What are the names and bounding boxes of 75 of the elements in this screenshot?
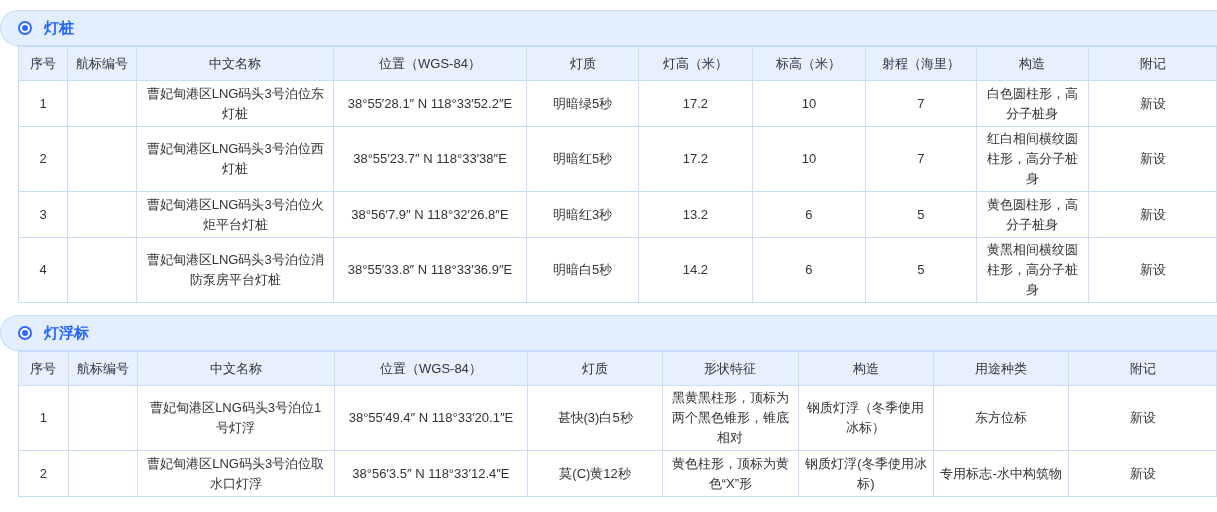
table-cell: 5 — [865, 191, 977, 238]
column-header: 灯质 — [527, 351, 663, 386]
table-cell: 黄色圆柱形，高分子桩身 — [976, 191, 1089, 238]
table-cell: 黄黑相间横纹圆柱形，高分子桩身 — [976, 237, 1089, 303]
table-cell: 明暗白5秒 — [526, 237, 639, 303]
table-cell: 曹妃甸港区LNG码头3号泊位火炬平台灯桩 — [136, 191, 334, 238]
table-cell: 新设 — [1088, 191, 1217, 238]
table-cell: 明暗红5秒 — [526, 126, 639, 192]
table-cell: 38°55′23.7″ N 118°33′38″E — [333, 126, 527, 192]
table-cell: 黄色柱形，顶标为黄色“X”形 — [662, 450, 799, 497]
table-cell: 6 — [752, 237, 866, 303]
table-cell: 5 — [865, 237, 977, 303]
table-cell: 1 — [18, 80, 68, 127]
column-header: 标高（米） — [752, 46, 866, 81]
radio-button[interactable] — [18, 326, 32, 340]
table-cell: 钢质灯浮(冬季使用冰标) — [798, 450, 934, 497]
column-header: 序号 — [18, 351, 68, 386]
table-cell: 明暗红3秒 — [526, 191, 639, 238]
column-header: 位置（WGS-84） — [334, 351, 528, 386]
column-header: 序号 — [18, 46, 68, 81]
table-cell: 新设 — [1088, 80, 1217, 127]
table-cell: 13.2 — [638, 191, 753, 238]
table-cell: 38°55′49.4″ N 118°33′20.1″E — [334, 385, 528, 451]
table-cell: 17.2 — [638, 126, 753, 192]
column-header: 位置（WGS-84） — [333, 46, 527, 81]
table-cell: 新设 — [1068, 385, 1217, 451]
table-cell: 新设 — [1068, 450, 1217, 497]
table-cell: 明暗绿5秒 — [526, 80, 639, 127]
table-cell: 10 — [752, 126, 866, 192]
column-header: 构造 — [798, 351, 934, 386]
column-header: 形状特征 — [662, 351, 799, 386]
table-cell: 曹妃甸港区LNG码头3号泊位东灯桩 — [136, 80, 334, 127]
section-title: 灯浮标 — [44, 323, 89, 343]
table-cell: 7 — [865, 126, 977, 192]
table-cell: 2 — [18, 450, 68, 497]
section-title: 灯桩 — [44, 18, 74, 38]
table-cell: 6 — [752, 191, 866, 238]
column-header: 灯高（米） — [638, 46, 753, 81]
table-cell: 14.2 — [638, 237, 753, 303]
table-cell: 4 — [18, 237, 68, 303]
table-cell: 白色圆柱形，高分子桩身 — [976, 80, 1089, 127]
table-cell: 曹妃甸港区LNG码头3号泊位取水口灯浮 — [137, 450, 335, 497]
column-header: 附记 — [1088, 46, 1217, 81]
table-cell: 38°56′3.5″ N 118°33′12.4″E — [334, 450, 528, 497]
table-cell: 新设 — [1088, 126, 1217, 192]
column-header: 灯质 — [526, 46, 639, 81]
column-header: 中文名称 — [136, 46, 334, 81]
column-header: 航标编号 — [67, 46, 137, 81]
table-cell: 38°55′33.8″ N 118°33′36.9″E — [333, 237, 527, 303]
table-cell: 专用标志-水中构筑物 — [933, 450, 1069, 497]
table-cell: 2 — [18, 126, 68, 192]
column-header: 用途种类 — [933, 351, 1069, 386]
table-cell: 10 — [752, 80, 866, 127]
table-cell: 新设 — [1088, 237, 1217, 303]
table-cell: 3 — [18, 191, 68, 238]
column-header: 中文名称 — [137, 351, 335, 386]
column-header: 射程（海里） — [865, 46, 977, 81]
table-cell: 黑黄黑柱形，顶标为两个黑色锥形，锥底相对 — [662, 385, 799, 451]
table-cell: 红白相间横纹圆柱形，高分子桩身 — [976, 126, 1089, 192]
table-cell: 莫(C)黄12秒 — [527, 450, 663, 497]
table-cell: 38°55′28.1″ N 118°33′52.2″E — [333, 80, 527, 127]
table-cell: 曹妃甸港区LNG码头3号泊位1号灯浮 — [137, 385, 335, 451]
table-cell: 17.2 — [638, 80, 753, 127]
table-cell: 东方位标 — [933, 385, 1069, 451]
column-header: 构造 — [976, 46, 1089, 81]
column-header: 航标编号 — [68, 351, 138, 386]
column-header: 附记 — [1068, 351, 1217, 386]
table-cell: 7 — [865, 80, 977, 127]
table-cell: 钢质灯浮（冬季使用冰标） — [798, 385, 934, 451]
table-cell: 曹妃甸港区LNG码头3号泊位消防泵房平台灯桩 — [136, 237, 334, 303]
table-cell: 曹妃甸港区LNG码头3号泊位西灯桩 — [136, 126, 334, 192]
table-cell: 38°56′7.9″ N 118°32′26.8″E — [333, 191, 527, 238]
radio-button[interactable] — [18, 21, 32, 35]
table-cell: 甚快(3)白5秒 — [527, 385, 663, 451]
table-cell: 1 — [18, 385, 68, 451]
